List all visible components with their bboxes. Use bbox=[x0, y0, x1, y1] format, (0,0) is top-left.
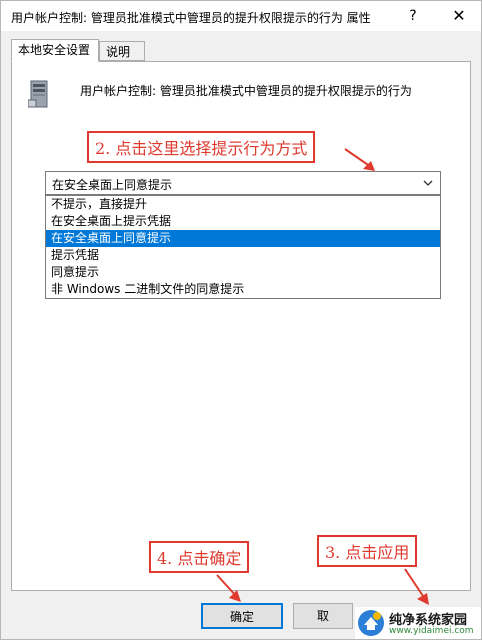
option-secure-desktop-consent[interactable]: 在安全桌面上同意提示 bbox=[46, 230, 440, 247]
option-non-windows-consent[interactable]: 非 Windows 二进制文件的同意提示 bbox=[46, 281, 440, 298]
option-prompt-credentials[interactable]: 提示凭据 bbox=[46, 247, 440, 264]
site-logo-icon bbox=[358, 610, 384, 636]
close-button[interactable]: ✕ bbox=[449, 6, 469, 26]
annotation-step-2: 2. 点击这里选择提示行为方式 bbox=[87, 131, 316, 163]
properties-window: 用户帐户控制: 管理员批准模式中管理员的提升权限提示的行为 属性 ? ✕ 本地安… bbox=[0, 0, 482, 640]
select-value: 在安全桌面上同意提示 bbox=[52, 178, 173, 192]
option-secure-desktop-credentials[interactable]: 在安全桌面上提示凭据 bbox=[46, 213, 440, 230]
annotation-step-3: 3. 点击应用 bbox=[317, 535, 418, 567]
watermark: 纯净系统家园 www.yidaimei.com bbox=[355, 607, 481, 639]
tab-local-security-setting[interactable]: 本地安全设置 bbox=[11, 39, 99, 62]
policy-name: 用户帐户控制: 管理员批准模式中管理员的提升权限提示的行为 bbox=[80, 84, 412, 98]
window-title: 用户帐户控制: 管理员批准模式中管理员的提升权限提示的行为 属性 bbox=[11, 11, 371, 25]
cancel-button[interactable]: 取 bbox=[293, 603, 353, 629]
ok-button[interactable]: 确定 bbox=[201, 603, 283, 629]
prompt-behavior-select[interactable]: 在安全桌面上同意提示 bbox=[45, 171, 441, 195]
annotation-arrow-3 bbox=[404, 568, 429, 605]
title-bar: 用户帐户控制: 管理员批准模式中管理员的提升权限提示的行为 属性 ? ✕ bbox=[1, 1, 481, 31]
chevron-down-icon bbox=[423, 180, 433, 186]
watermark-url: www.yidaimei.com bbox=[389, 626, 474, 636]
option-consent[interactable]: 同意提示 bbox=[46, 264, 440, 281]
option-no-prompt[interactable]: 不提示，直接提升 bbox=[46, 196, 440, 213]
annotation-step-4: 4. 点击确定 bbox=[149, 541, 250, 573]
tab-explain[interactable]: 说明 bbox=[99, 41, 145, 61]
select-dropdown-list: 不提示，直接提升 在安全桌面上提示凭据 在安全桌面上同意提示 提示凭据 同意提示… bbox=[45, 195, 441, 299]
help-button[interactable]: ? bbox=[403, 6, 423, 26]
policy-computer-icon bbox=[28, 80, 48, 108]
annotation-arrow-4 bbox=[216, 574, 241, 602]
